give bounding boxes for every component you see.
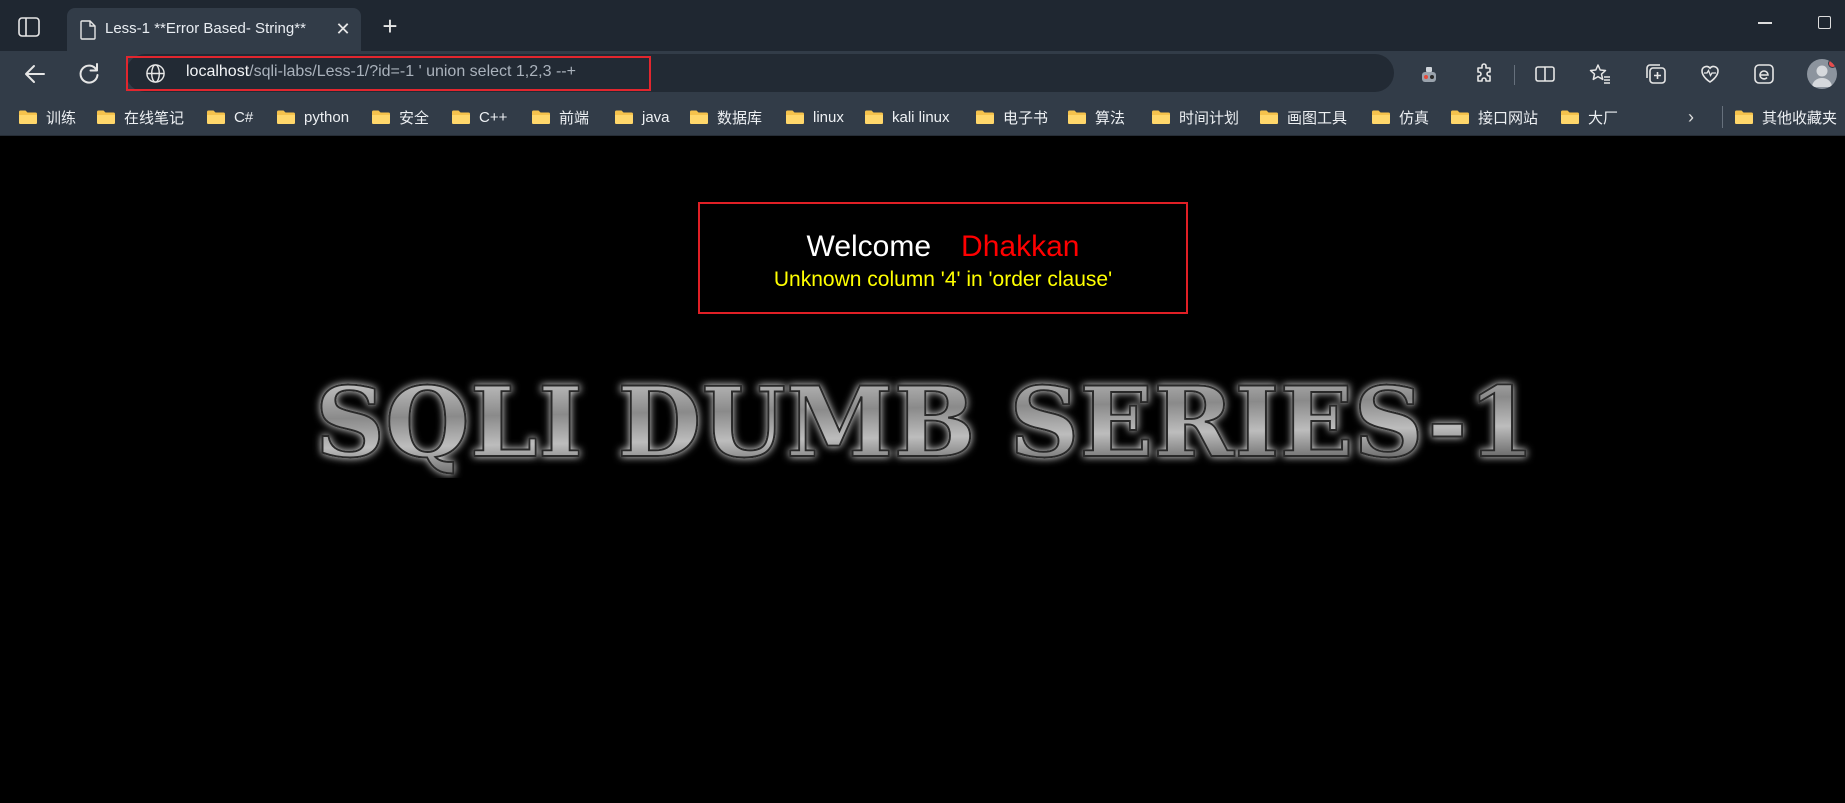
bookmark-folder[interactable]: 大厂 bbox=[1560, 106, 1618, 128]
welcome-line: Welcome Dhakkan bbox=[700, 230, 1186, 264]
series-banner: SQLI DUMB SERIES-1 bbox=[5, 368, 1845, 478]
refresh-icon[interactable] bbox=[76, 61, 102, 87]
bookmark-folder[interactable]: linux bbox=[785, 106, 844, 128]
page-content: Welcome Dhakkan Unknown column '4' in 'or… bbox=[5, 138, 1845, 803]
bookmarks-bar: 训练 在线笔记 C# python 安全 C++ 前端 java 数据库 linux kali li… bbox=[0, 98, 1845, 136]
notification-dot bbox=[1828, 59, 1837, 68]
maximize-icon[interactable] bbox=[1818, 16, 1831, 29]
bookmark-folder[interactable]: 算法 bbox=[1067, 106, 1125, 128]
extension-bug-icon[interactable] bbox=[1417, 62, 1441, 86]
globe-icon[interactable] bbox=[145, 63, 166, 84]
folder-icon bbox=[1372, 110, 1390, 124]
bookmark-label: 前端 bbox=[559, 109, 590, 127]
new-tab-icon[interactable]: + bbox=[378, 13, 402, 39]
folder-icon bbox=[372, 110, 390, 124]
tab-title: Less-1 **Error Based- String** bbox=[105, 20, 306, 37]
folder-icon bbox=[19, 110, 37, 124]
back-arrow-icon[interactable] bbox=[22, 61, 48, 87]
close-tab-icon[interactable]: ✕ bbox=[333, 19, 353, 39]
bookmark-label: 仿真 bbox=[1399, 109, 1430, 127]
favorites-star-icon[interactable] bbox=[1588, 62, 1612, 86]
toolbar-separator bbox=[1514, 65, 1515, 85]
banner-graphic: SQLI DUMB SERIES-1 bbox=[314, 368, 1536, 478]
bookmark-label: 时间计划 bbox=[1179, 109, 1240, 127]
bookmark-label: C++ bbox=[479, 108, 508, 126]
bookmark-folder[interactable]: 电子书 bbox=[975, 106, 1048, 128]
bookmark-label: kali linux bbox=[892, 108, 950, 126]
bookmark-folder[interactable]: C++ bbox=[451, 106, 507, 128]
edge-copilot-icon[interactable] bbox=[1752, 62, 1776, 86]
bookmark-label: 算法 bbox=[1095, 109, 1126, 127]
browser-essentials-heart-icon[interactable] bbox=[1698, 62, 1722, 86]
bookmark-label: java bbox=[642, 108, 670, 126]
username-text: Dhakkan bbox=[961, 230, 1080, 263]
bookmark-folder[interactable]: 画图工具 bbox=[1259, 106, 1347, 128]
folder-icon bbox=[1735, 110, 1753, 124]
folder-icon bbox=[277, 110, 295, 124]
bookmark-folder[interactable]: python bbox=[276, 106, 349, 128]
address-bar[interactable]: localhost/sqli-labs/Less-1/?id=-1 ' unio… bbox=[126, 54, 1394, 92]
folder-icon bbox=[865, 110, 883, 124]
folder-icon bbox=[1068, 110, 1086, 124]
navigation-toolbar: localhost/sqli-labs/Less-1/?id=-1 ' unio… bbox=[0, 51, 1845, 98]
bookmark-label: C# bbox=[234, 108, 254, 126]
error-message: Unknown column '4' in 'order clause' bbox=[773, 268, 1113, 291]
url-text[interactable]: localhost/sqli-labs/Less-1/?id=-1 ' unio… bbox=[186, 63, 576, 81]
folder-icon bbox=[786, 110, 804, 124]
folder-icon bbox=[1561, 110, 1579, 124]
bookmark-label: 安全 bbox=[399, 109, 430, 127]
bookmark-folder[interactable]: 训练 bbox=[18, 106, 76, 128]
bookmark-folder[interactable]: kali linux bbox=[864, 106, 950, 128]
bookmark-label: 画图工具 bbox=[1287, 109, 1348, 127]
title-bar: Less-1 **Error Based- String** ✕ + bbox=[0, 0, 1845, 51]
folder-icon bbox=[690, 110, 708, 124]
other-bookmarks-label: 其他收藏夹 bbox=[1762, 109, 1838, 127]
url-host: localhost bbox=[186, 63, 250, 80]
folder-icon bbox=[532, 110, 550, 124]
minimize-icon[interactable] bbox=[1758, 22, 1772, 24]
bookmark-folder[interactable]: 接口网站 bbox=[1450, 106, 1538, 128]
url-path: /sqli-labs/Less-1/?id=-1 ' union select … bbox=[249, 63, 576, 80]
split-screen-icon[interactable] bbox=[1533, 62, 1557, 86]
extensions-puzzle-icon[interactable] bbox=[1473, 62, 1497, 86]
bookmark-folder[interactable]: 仿真 bbox=[1371, 106, 1429, 128]
document-icon bbox=[80, 20, 96, 40]
other-bookmarks-folder[interactable]: 其他收藏夹 bbox=[1734, 106, 1837, 128]
folder-icon bbox=[1260, 110, 1278, 124]
bookmark-label: 电子书 bbox=[1003, 109, 1049, 127]
bookmark-folder[interactable]: 前端 bbox=[531, 106, 589, 128]
bookmark-label: linux bbox=[813, 108, 844, 126]
bookmark-folder[interactable]: 数据库 bbox=[689, 106, 762, 128]
sidebar-toggle-icon[interactable] bbox=[18, 17, 40, 37]
folder-icon bbox=[976, 110, 994, 124]
bookmark-folder[interactable]: 安全 bbox=[371, 106, 429, 128]
folder-icon bbox=[452, 110, 470, 124]
bookmark-folder[interactable]: 时间计划 bbox=[1151, 106, 1239, 128]
folder-icon bbox=[97, 110, 115, 124]
profile-avatar[interactable] bbox=[1807, 59, 1837, 89]
folder-icon bbox=[1451, 110, 1469, 124]
folder-icon bbox=[207, 110, 225, 124]
bookmark-label: python bbox=[304, 108, 350, 126]
bookmark-label: 大厂 bbox=[1588, 109, 1619, 127]
bookmark-label: 数据库 bbox=[717, 109, 763, 127]
folder-icon bbox=[615, 110, 633, 124]
chevron-right-icon[interactable]: › bbox=[1688, 107, 1694, 128]
banner-title: SQLI DUMB SERIES-1 bbox=[315, 368, 1535, 478]
bookmark-label: 接口网站 bbox=[1478, 109, 1539, 127]
bookmark-folder[interactable]: 在线笔记 bbox=[96, 106, 184, 128]
welcome-text: Welcome bbox=[806, 230, 932, 263]
message-box: Welcome Dhakkan Unknown column '4' in 'or… bbox=[698, 202, 1188, 314]
browser-tab[interactable]: Less-1 **Error Based- String** ✕ bbox=[67, 8, 361, 51]
collections-icon[interactable] bbox=[1644, 62, 1668, 86]
bookmark-label: 在线笔记 bbox=[124, 109, 185, 127]
bookmark-folder[interactable]: java bbox=[614, 106, 670, 128]
folder-icon bbox=[1152, 110, 1170, 124]
bookmarks-separator bbox=[1722, 106, 1723, 128]
bookmark-label: 训练 bbox=[46, 109, 77, 127]
bookmark-folder[interactable]: C# bbox=[206, 106, 253, 128]
